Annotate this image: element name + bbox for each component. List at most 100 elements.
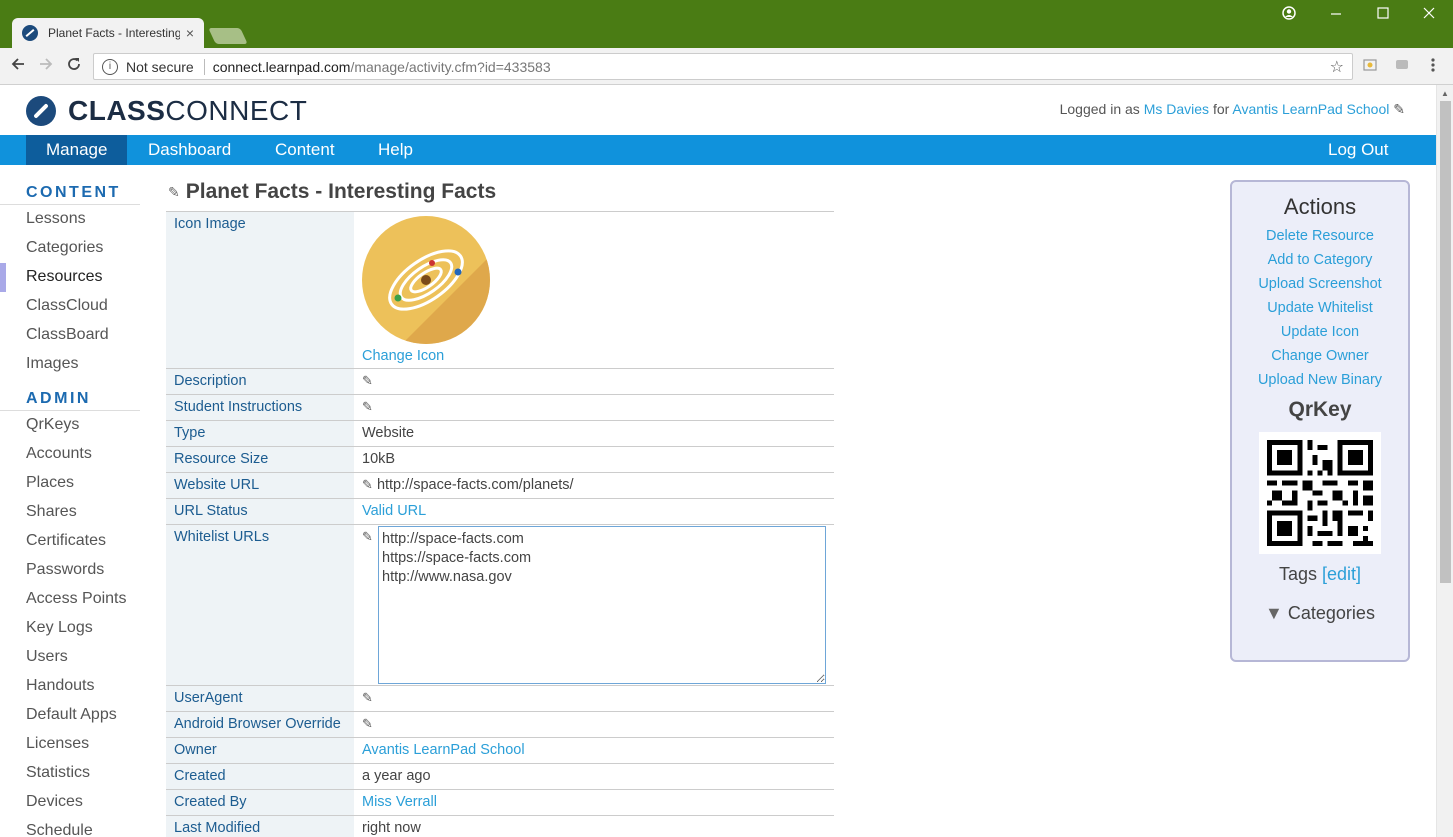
security-label[interactable]: Not secure [126,59,194,75]
extension-icon[interactable] [1362,57,1378,76]
menu-icon[interactable] [1430,57,1436,76]
size-value: 10kB [354,446,834,473]
classconnect-logo[interactable]: CLASS CONNECT [26,95,307,127]
table-row: Resource Size 10kB [166,446,834,473]
sidebar-item-accounts[interactable]: Accounts [26,445,92,463]
table-row: URL Status Valid URL [166,498,834,525]
cast-icon[interactable] [1394,57,1410,76]
sidebar-item-classcloud[interactable]: ClassCloud [26,297,108,315]
browser-titlebar: Planet Facts - Interesting × [0,0,1453,48]
sidebar-item-schedule[interactable]: Schedule [26,822,93,837]
upload-new-binary-link[interactable]: Upload New Binary [1232,372,1408,388]
resource-icon-image [362,216,490,344]
nav-help[interactable]: Help [358,135,433,165]
edit-title-pencil-icon[interactable]: ✎ [168,184,180,201]
sidebar-item-licenses[interactable]: Licenses [26,735,89,753]
table-row: UserAgent ✎ [166,685,834,712]
close-window-icon[interactable] [1423,6,1435,23]
website-url-cell: ✎ http://space-facts.com/planets/ [354,472,834,499]
sidebar-item-access-points[interactable]: Access Points [26,590,126,608]
sidebar-item-classboard[interactable]: ClassBoard [26,326,109,344]
row-label: Android Browser Override [166,711,354,738]
maximize-icon[interactable] [1377,6,1389,23]
minimize-icon[interactable] [1330,6,1342,23]
page-viewport: CLASS CONNECT Logged in as Ms Davies for … [0,85,1453,837]
sidebar-item-lessons[interactable]: Lessons [26,210,86,228]
address-bar[interactable]: i Not secure connect.learnpad.com/manage… [93,53,1353,80]
row-label: UserAgent [166,685,354,712]
sidebar-item-places[interactable]: Places [26,474,74,492]
bookmark-star-icon[interactable]: ☆ [1330,57,1344,77]
nav-content[interactable]: Content [255,135,355,165]
sidebar-divider [0,204,140,205]
resource-details-table: Icon Image Change Icon Description ✎ Stu… [166,211,834,837]
resource-title: Planet Facts - Interesting Facts [185,180,497,203]
back-icon[interactable] [10,56,26,77]
nav-manage[interactable]: Manage [26,135,128,165]
sidebar-item-qrkeys[interactable]: QrKeys [26,416,79,434]
edit-pencil-icon[interactable]: ✎ [362,477,373,492]
new-tab-button[interactable] [208,28,248,44]
upload-screenshot-link[interactable]: Upload Screenshot [1232,276,1408,292]
description-value: ✎ [354,368,834,395]
browser-tab[interactable]: Planet Facts - Interesting × [12,18,204,48]
sidebar-item-devices[interactable]: Devices [26,793,83,811]
add-to-category-link[interactable]: Add to Category [1232,252,1408,268]
sidebar-item-key-logs[interactable]: Key Logs [26,619,93,637]
whitelist-textarea[interactable]: http://space-facts.com https://space-fac… [378,526,826,684]
sidebar-item-default-apps[interactable]: Default Apps [26,706,117,724]
row-label: Type [166,420,354,447]
table-row: Created By Miss Verrall [166,789,834,816]
row-label: Student Instructions [166,394,354,421]
sidebar-item-certificates[interactable]: Certificates [26,532,106,550]
tags-edit-link[interactable]: [edit] [1322,564,1361,584]
table-row: Owner Avantis LearnPad School [166,737,834,764]
sidebar-item-categories[interactable]: Categories [26,239,103,257]
change-icon-link[interactable]: Change Icon [362,348,444,364]
table-row: Type Website [166,420,834,447]
forward-icon[interactable] [38,56,54,77]
actions-panel: Actions Delete Resource Add to Category … [1230,180,1410,662]
update-whitelist-link[interactable]: Update Whitelist [1232,300,1408,316]
createdby-link[interactable]: Miss Verrall [362,794,437,810]
table-row: Created a year ago [166,763,834,790]
scroll-up-icon[interactable]: ▲ [1441,89,1449,98]
scrollbar-thumb[interactable] [1440,101,1451,583]
update-icon-link[interactable]: Update Icon [1232,324,1408,340]
nav-dashboard[interactable]: Dashboard [128,135,251,165]
sidebar-item-users[interactable]: Users [26,648,68,666]
type-value: Website [354,420,834,447]
sidebar-item-statistics[interactable]: Statistics [26,764,90,782]
url-status-cell: Valid URL [354,498,834,525]
sidebar-divider [0,410,140,411]
nav-logout[interactable]: Log Out [1308,135,1409,165]
row-label: Last Modified [166,815,354,837]
page-scrollbar[interactable]: ▲ [1436,85,1453,837]
reload-icon[interactable] [66,56,82,77]
sidebar-item-shares[interactable]: Shares [26,503,77,521]
sidebar-item-passwords[interactable]: Passwords [26,561,104,579]
change-owner-link[interactable]: Change Owner [1232,348,1408,364]
edit-pencil-icon[interactable]: ✎ [362,399,373,414]
edit-pencil-icon[interactable]: ✎ [1393,101,1405,117]
user-link[interactable]: Ms Davies [1144,101,1209,117]
info-icon[interactable]: i [102,58,118,75]
edit-pencil-icon[interactable]: ✎ [362,716,373,731]
row-label: Icon Image [166,211,354,369]
sidebar-item-resources[interactable]: Resources [26,268,102,286]
categories-toggle[interactable]: ▼ Categories [1232,603,1408,624]
sidebar-item-handouts[interactable]: Handouts [26,677,95,695]
sidebar-item-images[interactable]: Images [26,355,78,373]
modified-value: right now [354,815,834,837]
edit-pencil-icon[interactable]: ✎ [362,373,373,388]
edit-pencil-icon[interactable]: ✎ [362,690,373,705]
school-link[interactable]: Avantis LearnPad School [1232,101,1389,117]
icon-cell: Change Icon [354,211,834,369]
edit-pencil-icon[interactable]: ✎ [362,529,373,544]
url-status-link[interactable]: Valid URL [362,503,426,519]
table-row: Website URL ✎ http://space-facts.com/pla… [166,472,834,499]
profile-icon[interactable] [1282,6,1296,24]
tab-close-icon[interactable]: × [186,25,194,41]
delete-resource-link[interactable]: Delete Resource [1232,228,1408,244]
owner-link[interactable]: Avantis LearnPad School [362,742,525,758]
